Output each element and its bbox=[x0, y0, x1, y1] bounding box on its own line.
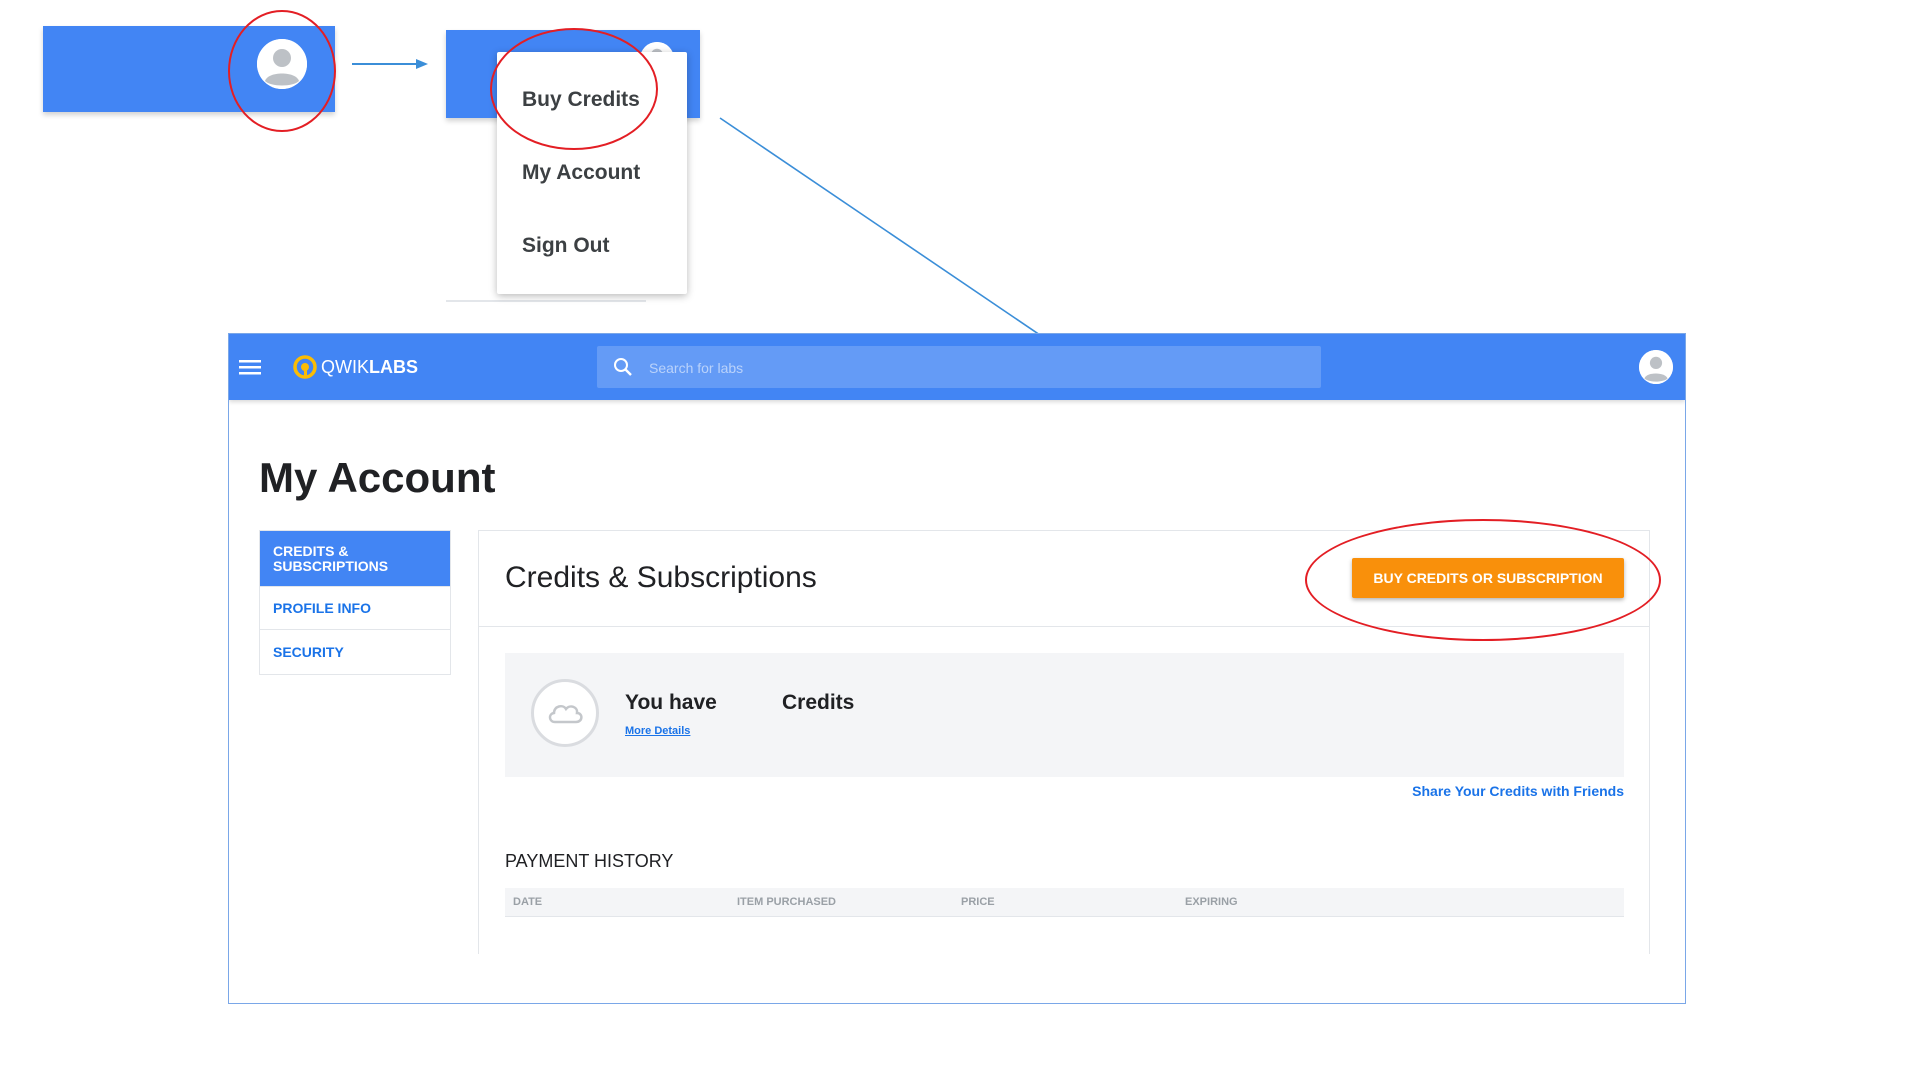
sidebar-item-credits-subscriptions[interactable]: Credits & Subscriptions bbox=[260, 531, 450, 587]
app-bar: QWIK LABS bbox=[229, 334, 1685, 400]
payment-history-table-header: DATE ITEM PURCHASED PRICE EXPIRING bbox=[505, 888, 1624, 917]
person-avatar-icon bbox=[257, 39, 307, 89]
credits-unit-label: Credits bbox=[782, 691, 855, 714]
avatar-button-appbar[interactable] bbox=[1639, 350, 1673, 384]
credit-badge bbox=[531, 679, 599, 747]
header-strip-step1 bbox=[43, 26, 335, 112]
brand-logo[interactable]: QWIK LABS bbox=[293, 355, 418, 379]
buy-credits-button[interactable]: BUY CREDITS OR SUBSCRIPTION bbox=[1352, 558, 1624, 598]
more-details-link[interactable]: More Details bbox=[625, 725, 690, 737]
search-icon bbox=[614, 358, 632, 376]
column-item-purchased: ITEM PURCHASED bbox=[737, 896, 837, 908]
card-bottom-mask bbox=[474, 954, 1654, 1003]
brand-suffix: LABS bbox=[369, 356, 418, 377]
page-title: My Account bbox=[259, 454, 496, 501]
account-dropdown-menu: Buy Credits My Account Sign Out bbox=[497, 52, 687, 294]
column-expiring: EXPIRING bbox=[1185, 896, 1238, 908]
account-sidebar: Credits & Subscriptions Profile Info Sec… bbox=[259, 530, 451, 675]
my-account-screenshot: QWIK LABS My Account Credits & Subscript… bbox=[228, 333, 1686, 1004]
card-divider bbox=[479, 626, 1649, 627]
hamburger-menu-icon[interactable] bbox=[239, 357, 261, 377]
cloud-badge-icon bbox=[548, 704, 583, 724]
menu-item-buy-credits[interactable]: Buy Credits bbox=[522, 88, 640, 112]
sidebar-item-security[interactable]: Security bbox=[260, 630, 450, 673]
share-credits-link[interactable]: Share Your Credits with Friends bbox=[1412, 783, 1624, 799]
menu-item-my-account[interactable]: My Account bbox=[522, 161, 640, 185]
sidebar-item-profile-info[interactable]: Profile Info bbox=[260, 587, 450, 630]
person-avatar-icon bbox=[1639, 350, 1673, 384]
brand-prefix: QWIK bbox=[321, 356, 369, 377]
dropdown-underlay-line bbox=[446, 300, 646, 302]
step-arrow-icon bbox=[352, 59, 428, 69]
credits-card: Credits & Subscriptions BUY CREDITS OR S… bbox=[478, 530, 1650, 1003]
avatar-button[interactable] bbox=[257, 39, 307, 89]
credits-summary-panel: You have More Details Credits bbox=[505, 653, 1624, 777]
payment-history-title: PAYMENT HISTORY bbox=[505, 851, 674, 871]
search-bar bbox=[597, 346, 1321, 390]
column-date: DATE bbox=[513, 896, 543, 908]
qwiklabs-logo-icon bbox=[293, 355, 317, 379]
menu-item-sign-out[interactable]: Sign Out bbox=[522, 234, 610, 258]
search-input[interactable] bbox=[647, 346, 1311, 390]
column-price: PRICE bbox=[961, 896, 995, 908]
card-title: Credits & Subscriptions bbox=[505, 561, 817, 594]
credits-you-have-label: You have bbox=[625, 691, 717, 714]
